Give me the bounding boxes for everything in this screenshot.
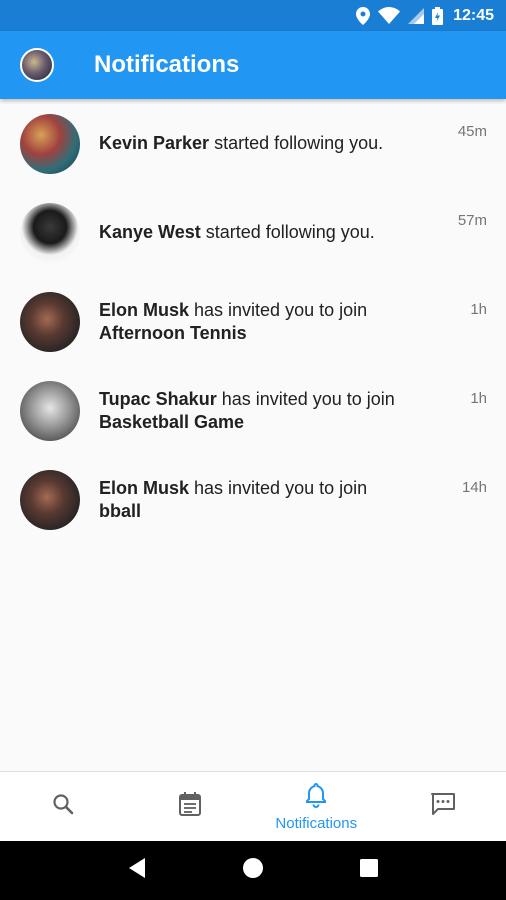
location-icon bbox=[356, 6, 371, 25]
notification-item[interactable]: Elon Musk has invited you to join Aftern… bbox=[0, 277, 506, 366]
avatar[interactable] bbox=[20, 292, 80, 352]
notification-text: Elon Musk has invited you to join Aftern… bbox=[99, 299, 439, 345]
status-bar: 12:45 bbox=[0, 0, 506, 31]
recents-icon[interactable] bbox=[359, 858, 379, 883]
actor-name[interactable]: Kevin Parker bbox=[99, 133, 209, 153]
actor-name[interactable]: Tupac Shakur bbox=[99, 389, 217, 409]
notification-message: has invited you to join bbox=[189, 478, 368, 498]
timestamp: 1h bbox=[470, 390, 487, 407]
status-time: 12:45 bbox=[453, 6, 494, 24]
calendar-icon bbox=[178, 791, 202, 822]
page-title: Notifications bbox=[94, 51, 240, 78]
timestamp: 14h bbox=[461, 479, 487, 496]
system-navigation-bar bbox=[0, 841, 506, 900]
chat-icon bbox=[430, 791, 456, 822]
notification-text: Elon Musk has invited you to join bball bbox=[99, 477, 439, 523]
timestamp: 45m bbox=[457, 123, 487, 140]
notification-item[interactable]: Kanye West started following you. 57m bbox=[0, 188, 506, 277]
back-icon[interactable] bbox=[127, 857, 147, 884]
event-name[interactable]: Afternoon Tennis bbox=[99, 323, 247, 343]
signal-icon bbox=[408, 7, 425, 24]
actor-name[interactable]: Elon Musk bbox=[99, 478, 189, 498]
actor-name[interactable]: Kanye West bbox=[99, 222, 201, 242]
notification-item[interactable]: Tupac Shakur has invited you to join Bas… bbox=[0, 366, 506, 455]
avatar[interactable] bbox=[20, 203, 80, 263]
nav-calendar[interactable] bbox=[127, 772, 254, 841]
notification-text: Kevin Parker started following you. bbox=[99, 132, 439, 155]
notification-item[interactable]: Elon Musk has invited you to join bball … bbox=[0, 455, 506, 544]
nav-notifications[interactable]: Notifications bbox=[253, 772, 380, 841]
avatar[interactable] bbox=[20, 114, 80, 174]
battery-icon bbox=[432, 6, 444, 25]
notification-message: has invited you to join bbox=[189, 300, 368, 320]
event-name[interactable]: Basketball Game bbox=[99, 412, 244, 432]
nav-search[interactable] bbox=[0, 772, 127, 841]
avatar[interactable] bbox=[20, 470, 80, 530]
notification-message: has invited you to join bbox=[216, 389, 395, 409]
wifi-icon bbox=[378, 7, 401, 24]
notification-text: Tupac Shakur has invited you to join Bas… bbox=[99, 388, 439, 434]
search-icon bbox=[51, 792, 75, 821]
timestamp: 57m bbox=[457, 212, 487, 229]
bottom-navigation: Notifications bbox=[0, 771, 506, 841]
bell-icon bbox=[304, 782, 328, 813]
notification-item[interactable]: Kevin Parker started following you. 45m bbox=[0, 99, 506, 188]
nav-messages[interactable] bbox=[380, 772, 506, 841]
timestamp: 1h bbox=[470, 301, 487, 318]
app-bar: Notifications bbox=[0, 31, 506, 99]
actor-name[interactable]: Elon Musk bbox=[99, 300, 189, 320]
notification-message: started following you. bbox=[200, 222, 375, 242]
avatar[interactable] bbox=[20, 381, 80, 441]
event-name[interactable]: bball bbox=[99, 501, 141, 521]
notification-text: Kanye West started following you. bbox=[99, 221, 439, 244]
notification-list: Kevin Parker started following you. 45m … bbox=[0, 99, 506, 771]
nav-label-notifications: Notifications bbox=[275, 814, 358, 832]
profile-avatar[interactable] bbox=[20, 48, 54, 82]
home-icon[interactable] bbox=[242, 857, 264, 884]
notification-message: started following you. bbox=[209, 133, 384, 153]
